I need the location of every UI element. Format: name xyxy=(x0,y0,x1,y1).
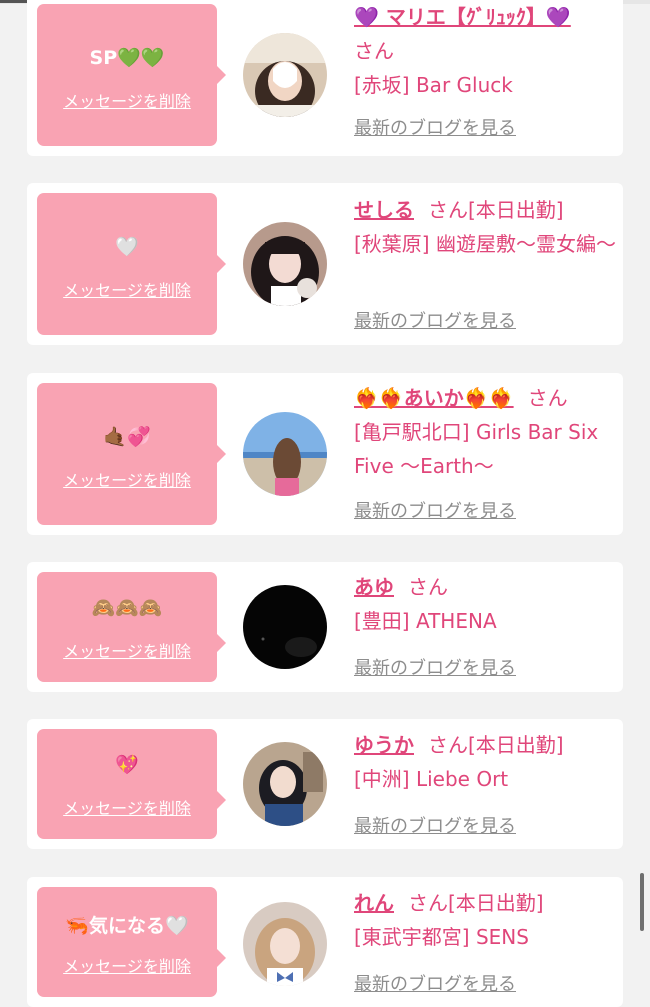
cast-name-link[interactable]: せしる xyxy=(354,198,414,222)
message-text: SP💚💚 xyxy=(89,47,165,69)
latest-blog-link[interactable]: 最新のブログを見る xyxy=(354,495,516,529)
message-bubble: 🤙🏾💞 メッセージを削除 xyxy=(37,383,226,525)
shop-label: [秋葉原] 幽遊屋敷～霊女編～ xyxy=(354,232,616,256)
cast-name-link[interactable]: ゆうか xyxy=(354,733,414,757)
girl-bow-photo xyxy=(243,902,327,986)
message-text: 🤙🏾💞 xyxy=(103,426,151,448)
avatar[interactable] xyxy=(243,412,327,496)
shop-label: [赤坂] Bar Gluck xyxy=(354,73,513,97)
message-card: 💖 メッセージを削除 ゆうか さん[本日出勤] [中洲] Liebe Ort 最新… xyxy=(27,719,623,849)
delete-message-link[interactable]: メッセージを削除 xyxy=(37,467,217,491)
message-list: SP💚💚 メッセージを削除 💜 マリエ【ｸﾞﾘｭｯｸ】💜 さん [赤坂] Bar… xyxy=(0,0,650,1007)
shop-label: [中洲] Liebe Ort xyxy=(354,767,509,791)
message-text: 🦐気になる🤍 xyxy=(65,915,189,937)
message-card: SP💚💚 メッセージを削除 💜 マリエ【ｸﾞﾘｭｯｸ】💜 さん [赤坂] Bar… xyxy=(27,0,623,156)
avatar[interactable] xyxy=(243,222,327,306)
girl-costume-photo xyxy=(243,222,327,306)
cast-name-link[interactable]: ❤️‍🔥❤️‍🔥あいか❤️‍🔥❤️‍🔥 xyxy=(354,386,514,410)
message-text: 💖 xyxy=(115,754,139,776)
message-bubble: 🦐気になる🤍 メッセージを削除 xyxy=(37,887,226,997)
avatar[interactable] xyxy=(243,33,327,117)
message-card: 🦐気になる🤍 メッセージを削除 れん さん[本日出勤] [東武宇都宮] SENS … xyxy=(27,877,623,1007)
avatar[interactable] xyxy=(243,585,327,669)
cast-info: あゆ さん [豊田] ATHENA 最新のブログを見る xyxy=(354,570,616,679)
cast-info: れん さん[本日出勤] [東武宇都宮] SENS 最新のブログを見る xyxy=(354,886,616,995)
shop-label: [亀戸駅北口] Girls Bar Six Five ～Earth～ xyxy=(354,420,599,478)
san-label: さん xyxy=(428,733,468,757)
delete-message-link[interactable]: メッセージを削除 xyxy=(37,953,217,977)
working-today-badge: [本日出勤] xyxy=(448,891,544,915)
san-label: さん xyxy=(428,198,468,222)
beach-photo xyxy=(243,412,327,496)
delete-message-link[interactable]: メッセージを削除 xyxy=(37,277,217,301)
latest-blog-link[interactable]: 最新のブログを見る xyxy=(354,305,516,339)
scrollbar-thumb[interactable] xyxy=(640,873,644,931)
delete-message-link[interactable]: メッセージを削除 xyxy=(37,638,217,662)
delete-message-link[interactable]: メッセージを削除 xyxy=(37,88,217,112)
cast-info: ❤️‍🔥❤️‍🔥あいか❤️‍🔥❤️‍🔥 さん [亀戸駅北口] Girls Bar … xyxy=(354,381,616,522)
message-bubble: 🤍 メッセージを削除 xyxy=(37,193,226,335)
message-bubble: 💖 メッセージを削除 xyxy=(37,729,226,839)
message-card: 🙈🙈🙈 メッセージを削除 あゆ さん [豊田] ATHENA 最新のブログを見る xyxy=(27,562,623,692)
dark-photo xyxy=(243,585,327,669)
shop-label: [豊田] ATHENA xyxy=(354,609,497,633)
latest-blog-link[interactable]: 最新のブログを見る xyxy=(354,968,516,1002)
san-label: さん xyxy=(354,39,394,63)
cast-name-link[interactable]: 💜 マリエ【ｸﾞﾘｭｯｸ】💜 xyxy=(354,5,571,29)
san-label: さん xyxy=(527,386,568,410)
delete-message-link[interactable]: メッセージを削除 xyxy=(37,795,217,819)
cast-info: せしる さん[本日出勤] [秋葉原] 幽遊屋敷～霊女編～ 最新のブログを見る xyxy=(354,193,616,332)
girl-uniform-photo xyxy=(243,742,327,826)
shop-label: [東武宇都宮] SENS xyxy=(354,925,529,949)
working-today-badge: [本日出勤] xyxy=(468,198,564,222)
message-card: 🤍 メッセージを削除 せしる さん[本日出勤] [秋葉原] 幽遊屋敷～霊女編～ 最… xyxy=(27,183,623,345)
san-label: さん xyxy=(408,575,448,599)
message-card: 🤙🏾💞 メッセージを削除 ❤️‍🔥❤️‍🔥あいか❤️‍🔥❤️‍🔥 さん [亀戸駅北… xyxy=(27,373,623,535)
message-bubble: 🙈🙈🙈 メッセージを削除 xyxy=(37,572,226,682)
latest-blog-link[interactable]: 最新のブログを見る xyxy=(354,652,516,686)
message-bubble: SP💚💚 メッセージを削除 xyxy=(37,4,226,146)
cast-info: 💜 マリエ【ｸﾞﾘｭｯｸ】💜 さん [赤坂] Bar Gluck 最新のブログを… xyxy=(354,0,616,139)
cast-name-link[interactable]: れん xyxy=(354,891,394,915)
san-label: さん xyxy=(408,891,448,915)
latest-blog-link[interactable]: 最新のブログを見る xyxy=(354,810,516,844)
working-today-badge: [本日出勤] xyxy=(468,733,564,757)
message-text: 🙈🙈🙈 xyxy=(91,597,163,619)
avatar[interactable] xyxy=(243,742,327,826)
avatar[interactable] xyxy=(243,902,327,986)
latest-blog-link[interactable]: 最新のブログを見る xyxy=(354,112,516,146)
cast-name-link[interactable]: あゆ xyxy=(354,575,394,599)
cast-info: ゆうか さん[本日出勤] [中洲] Liebe Ort 最新のブログを見る xyxy=(354,728,616,837)
girl-heart-sticker-photo xyxy=(243,33,327,117)
message-text: 🤍 xyxy=(115,236,139,258)
